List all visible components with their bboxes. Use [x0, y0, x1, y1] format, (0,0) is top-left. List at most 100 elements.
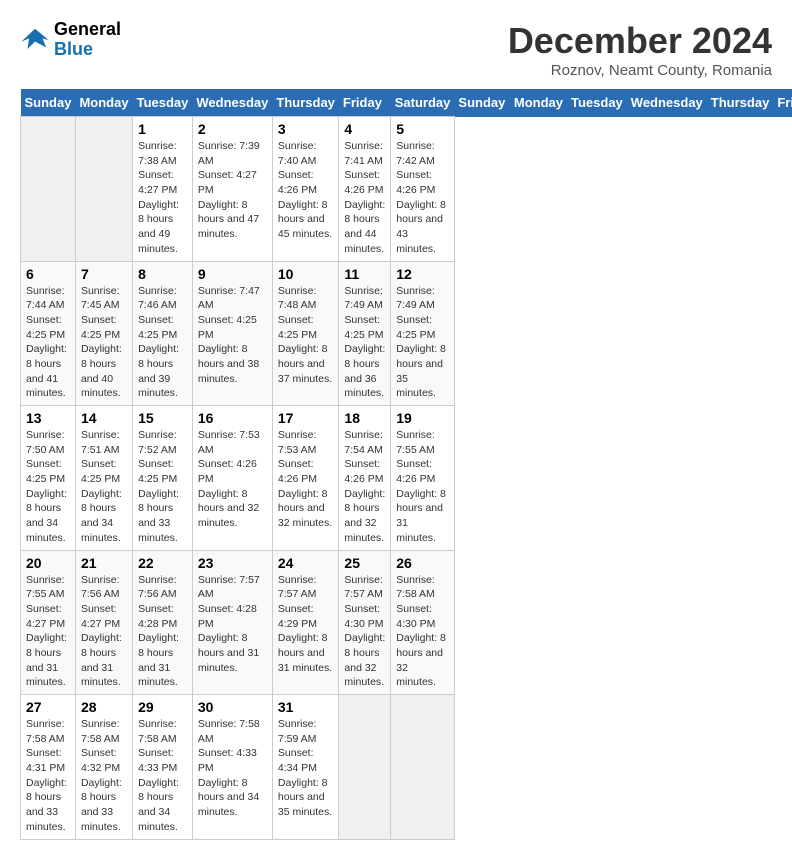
cell-detail: Sunrise: 7:58 AMSunset: 4:33 PMDaylight:…: [138, 718, 179, 833]
cell-detail: Sunrise: 7:58 AMSunset: 4:32 PMDaylight:…: [81, 718, 122, 833]
cell-detail: Sunrise: 7:41 AMSunset: 4:26 PMDaylight:…: [344, 140, 385, 255]
calendar-cell: 11 Sunrise: 7:49 AMSunset: 4:25 PMDaylig…: [339, 261, 391, 406]
day-number: 26: [396, 555, 449, 571]
calendar-cell: 31 Sunrise: 7:59 AMSunset: 4:34 PMDaylig…: [272, 695, 339, 840]
cell-detail: Sunrise: 7:54 AMSunset: 4:26 PMDaylight:…: [344, 429, 385, 544]
cell-detail: Sunrise: 7:48 AMSunset: 4:25 PMDaylight:…: [278, 285, 332, 385]
day-of-week-header: Sunday: [21, 89, 76, 117]
logo-general: General: [54, 20, 121, 40]
day-of-week-header: Tuesday: [567, 89, 627, 117]
cell-detail: Sunrise: 7:57 AMSunset: 4:28 PMDaylight:…: [198, 574, 260, 674]
cell-detail: Sunrise: 7:58 AMSunset: 4:30 PMDaylight:…: [396, 574, 446, 689]
day-number: 10: [278, 266, 334, 282]
day-of-week-header: Thursday: [272, 89, 339, 117]
day-of-week-header: Thursday: [707, 89, 774, 117]
calendar-cell: 10 Sunrise: 7:48 AMSunset: 4:25 PMDaylig…: [272, 261, 339, 406]
day-number: 16: [198, 410, 267, 426]
calendar-cell: 2 Sunrise: 7:39 AMSunset: 4:27 PMDayligh…: [192, 117, 272, 262]
cell-detail: Sunrise: 7:55 AMSunset: 4:26 PMDaylight:…: [396, 429, 446, 544]
calendar-cell: [391, 695, 455, 840]
day-of-week-header: Tuesday: [133, 89, 193, 117]
day-number: 28: [81, 699, 127, 715]
calendar-cell: 15 Sunrise: 7:52 AMSunset: 4:25 PMDaylig…: [133, 406, 193, 551]
day-number: 20: [26, 555, 70, 571]
calendar-cell: 28 Sunrise: 7:58 AMSunset: 4:32 PMDaylig…: [75, 695, 132, 840]
day-number: 31: [278, 699, 334, 715]
calendar-cell: 20 Sunrise: 7:55 AMSunset: 4:27 PMDaylig…: [21, 550, 76, 695]
cell-detail: Sunrise: 7:39 AMSunset: 4:27 PMDaylight:…: [198, 140, 260, 240]
calendar-cell: 6 Sunrise: 7:44 AMSunset: 4:25 PMDayligh…: [21, 261, 76, 406]
day-number: 23: [198, 555, 267, 571]
day-of-week-header: Friday: [339, 89, 391, 117]
logo: General Blue: [20, 20, 121, 60]
cell-detail: Sunrise: 7:53 AMSunset: 4:26 PMDaylight:…: [278, 429, 332, 529]
calendar-cell: 8 Sunrise: 7:46 AMSunset: 4:25 PMDayligh…: [133, 261, 193, 406]
day-number: 21: [81, 555, 127, 571]
cell-detail: Sunrise: 7:46 AMSunset: 4:25 PMDaylight:…: [138, 285, 179, 400]
day-number: 27: [26, 699, 70, 715]
logo-text: General Blue: [54, 20, 121, 60]
day-number: 24: [278, 555, 334, 571]
day-number: 8: [138, 266, 187, 282]
calendar-cell: 30 Sunrise: 7:58 AMSunset: 4:33 PMDaylig…: [192, 695, 272, 840]
cell-detail: Sunrise: 7:51 AMSunset: 4:25 PMDaylight:…: [81, 429, 122, 544]
cell-detail: Sunrise: 7:52 AMSunset: 4:25 PMDaylight:…: [138, 429, 179, 544]
day-of-week-header: Wednesday: [627, 89, 707, 117]
day-number: 2: [198, 121, 267, 137]
calendar-cell: 26 Sunrise: 7:58 AMSunset: 4:30 PMDaylig…: [391, 550, 455, 695]
calendar-week-row: 13 Sunrise: 7:50 AMSunset: 4:25 PMDaylig…: [21, 406, 792, 551]
calendar-cell: 5 Sunrise: 7:42 AMSunset: 4:26 PMDayligh…: [391, 117, 455, 262]
day-of-week-header: Sunday: [454, 89, 509, 117]
cell-detail: Sunrise: 7:40 AMSunset: 4:26 PMDaylight:…: [278, 140, 332, 240]
calendar-cell: 21 Sunrise: 7:56 AMSunset: 4:27 PMDaylig…: [75, 550, 132, 695]
cell-detail: Sunrise: 7:49 AMSunset: 4:25 PMDaylight:…: [344, 285, 385, 400]
day-number: 18: [344, 410, 385, 426]
day-of-week-header: Saturday: [391, 89, 455, 117]
cell-detail: Sunrise: 7:58 AMSunset: 4:31 PMDaylight:…: [26, 718, 67, 833]
day-number: 22: [138, 555, 187, 571]
calendar-cell: 24 Sunrise: 7:57 AMSunset: 4:29 PMDaylig…: [272, 550, 339, 695]
day-number: 12: [396, 266, 449, 282]
calendar-cell: 27 Sunrise: 7:58 AMSunset: 4:31 PMDaylig…: [21, 695, 76, 840]
calendar-cell: 14 Sunrise: 7:51 AMSunset: 4:25 PMDaylig…: [75, 406, 132, 551]
calendar-cell: 17 Sunrise: 7:53 AMSunset: 4:26 PMDaylig…: [272, 406, 339, 551]
calendar-cell: 29 Sunrise: 7:58 AMSunset: 4:33 PMDaylig…: [133, 695, 193, 840]
day-of-week-header: Monday: [75, 89, 132, 117]
day-number: 14: [81, 410, 127, 426]
cell-detail: Sunrise: 7:45 AMSunset: 4:25 PMDaylight:…: [81, 285, 122, 400]
day-number: 17: [278, 410, 334, 426]
month-title: December 2024: [508, 20, 772, 62]
cell-detail: Sunrise: 7:57 AMSunset: 4:29 PMDaylight:…: [278, 574, 332, 674]
cell-detail: Sunrise: 7:59 AMSunset: 4:34 PMDaylight:…: [278, 718, 332, 818]
cell-detail: Sunrise: 7:56 AMSunset: 4:28 PMDaylight:…: [138, 574, 179, 689]
calendar-table: SundayMondayTuesdayWednesdayThursdayFrid…: [20, 89, 792, 840]
cell-detail: Sunrise: 7:55 AMSunset: 4:27 PMDaylight:…: [26, 574, 67, 689]
day-number: 30: [198, 699, 267, 715]
calendar-cell: 18 Sunrise: 7:54 AMSunset: 4:26 PMDaylig…: [339, 406, 391, 551]
calendar-week-row: 1 Sunrise: 7:38 AMSunset: 4:27 PMDayligh…: [21, 117, 792, 262]
calendar-cell: 4 Sunrise: 7:41 AMSunset: 4:26 PMDayligh…: [339, 117, 391, 262]
calendar-cell: 22 Sunrise: 7:56 AMSunset: 4:28 PMDaylig…: [133, 550, 193, 695]
day-number: 7: [81, 266, 127, 282]
day-of-week-header: Friday: [773, 89, 792, 117]
calendar-header-row: SundayMondayTuesdayWednesdayThursdayFrid…: [21, 89, 792, 117]
cell-detail: Sunrise: 7:57 AMSunset: 4:30 PMDaylight:…: [344, 574, 385, 689]
day-number: 11: [344, 266, 385, 282]
cell-detail: Sunrise: 7:50 AMSunset: 4:25 PMDaylight:…: [26, 429, 67, 544]
calendar-cell: 19 Sunrise: 7:55 AMSunset: 4:26 PMDaylig…: [391, 406, 455, 551]
cell-detail: Sunrise: 7:47 AMSunset: 4:25 PMDaylight:…: [198, 285, 260, 385]
cell-detail: Sunrise: 7:49 AMSunset: 4:25 PMDaylight:…: [396, 285, 446, 400]
calendar-cell: 13 Sunrise: 7:50 AMSunset: 4:25 PMDaylig…: [21, 406, 76, 551]
day-number: 4: [344, 121, 385, 137]
calendar-cell: 3 Sunrise: 7:40 AMSunset: 4:26 PMDayligh…: [272, 117, 339, 262]
calendar-cell: [75, 117, 132, 262]
day-of-week-header: Monday: [510, 89, 567, 117]
day-number: 15: [138, 410, 187, 426]
cell-detail: Sunrise: 7:38 AMSunset: 4:27 PMDaylight:…: [138, 140, 179, 255]
calendar-week-row: 20 Sunrise: 7:55 AMSunset: 4:27 PMDaylig…: [21, 550, 792, 695]
calendar-cell: 1 Sunrise: 7:38 AMSunset: 4:27 PMDayligh…: [133, 117, 193, 262]
day-number: 29: [138, 699, 187, 715]
page-header: General Blue December 2024 Roznov, Neamt…: [20, 20, 772, 79]
cell-detail: Sunrise: 7:44 AMSunset: 4:25 PMDaylight:…: [26, 285, 67, 400]
day-number: 13: [26, 410, 70, 426]
